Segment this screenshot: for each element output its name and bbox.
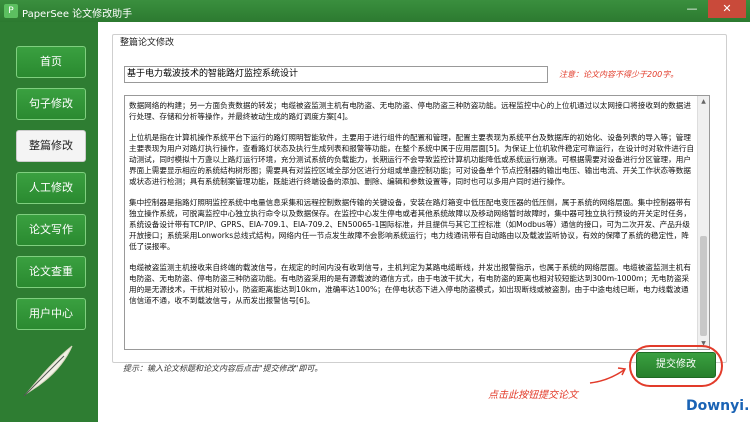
title-bar: P PaperSee 论文修改助手 — ✕ <box>0 0 750 22</box>
content-paragraph: 集中控制器是指路灯照明监控系统中电量信息采集和远程控制数据传输的关键设备，安装在… <box>129 198 691 251</box>
sidebar-item-user-center[interactable]: 用户中心 <box>16 298 86 330</box>
paper-title-input[interactable]: 基于电力载波技术的智能路灯监控系统设计 <box>124 66 548 83</box>
sidebar-item-sentence-edit[interactable]: 句子修改 <box>16 88 86 120</box>
sidebar-item-plagiarism-check[interactable]: 论文查重 <box>16 256 86 288</box>
paper-content-text: 数据网络的构建；另一方面负责数据的转发；电缆被盗监测主机有电防盗、无电防盗、停电… <box>129 100 696 316</box>
vertical-scrollbar[interactable]: ▲ ▼ <box>697 96 709 349</box>
scroll-up-arrow-icon[interactable]: ▲ <box>698 96 709 107</box>
scroll-thumb[interactable] <box>700 236 707 336</box>
content-paragraph: 数据网络的构建；另一方面负责数据的转发；电缆被盗监测主机有电防盗、无电防盗、停电… <box>129 101 691 121</box>
quill-pen-icon <box>23 345 73 397</box>
sidebar-item-home[interactable]: 首页 <box>16 46 86 78</box>
watermark: Downyi.com <box>686 398 750 414</box>
sidebar-item-manual-edit[interactable]: 人工修改 <box>16 172 86 204</box>
content-paragraph: 电缆被盗监测主机接收来自终端的载波信号，在规定的时间内没有收到信号，主机判定为某… <box>129 263 691 305</box>
minimize-button[interactable]: — <box>678 0 706 18</box>
sidebar: 首页 句子修改 整篇修改 人工修改 论文写作 论文查重 用户中心 <box>0 22 98 422</box>
section-title: 整篇论文修改 <box>118 35 177 48</box>
length-note: 注意：论文内容不得少于200字。 <box>559 70 679 79</box>
paper-content-textarea[interactable]: 数据网络的构建；另一方面负责数据的转发；电缆被盗监测主机有电防盗、无电防盗、停电… <box>124 95 710 350</box>
main-panel: 整篇论文修改 基于电力载波技术的智能路灯监控系统设计 注意：论文内容不得少于20… <box>98 22 750 422</box>
hint-text: 提示：输入论文标题和论文内容后点击"提交修改"即可。 <box>123 364 323 373</box>
content-paragraph: 上位机是指在计算机操作系统平台下运行的路灯照明智能软件，主要用于进行组件的配置和… <box>129 133 695 186</box>
close-button[interactable]: ✕ <box>708 0 746 18</box>
annotation-text: 点击此按钮提交论文 <box>488 390 578 401</box>
sidebar-item-writing[interactable]: 论文写作 <box>16 214 86 246</box>
submit-button[interactable]: 提交修改 <box>636 352 716 378</box>
red-arrow-icon <box>589 367 627 384</box>
window-title: PaperSee 论文修改助手 <box>22 9 133 20</box>
app-logo-icon: P <box>4 4 18 18</box>
sidebar-item-full-edit[interactable]: 整篇修改 <box>16 130 86 162</box>
